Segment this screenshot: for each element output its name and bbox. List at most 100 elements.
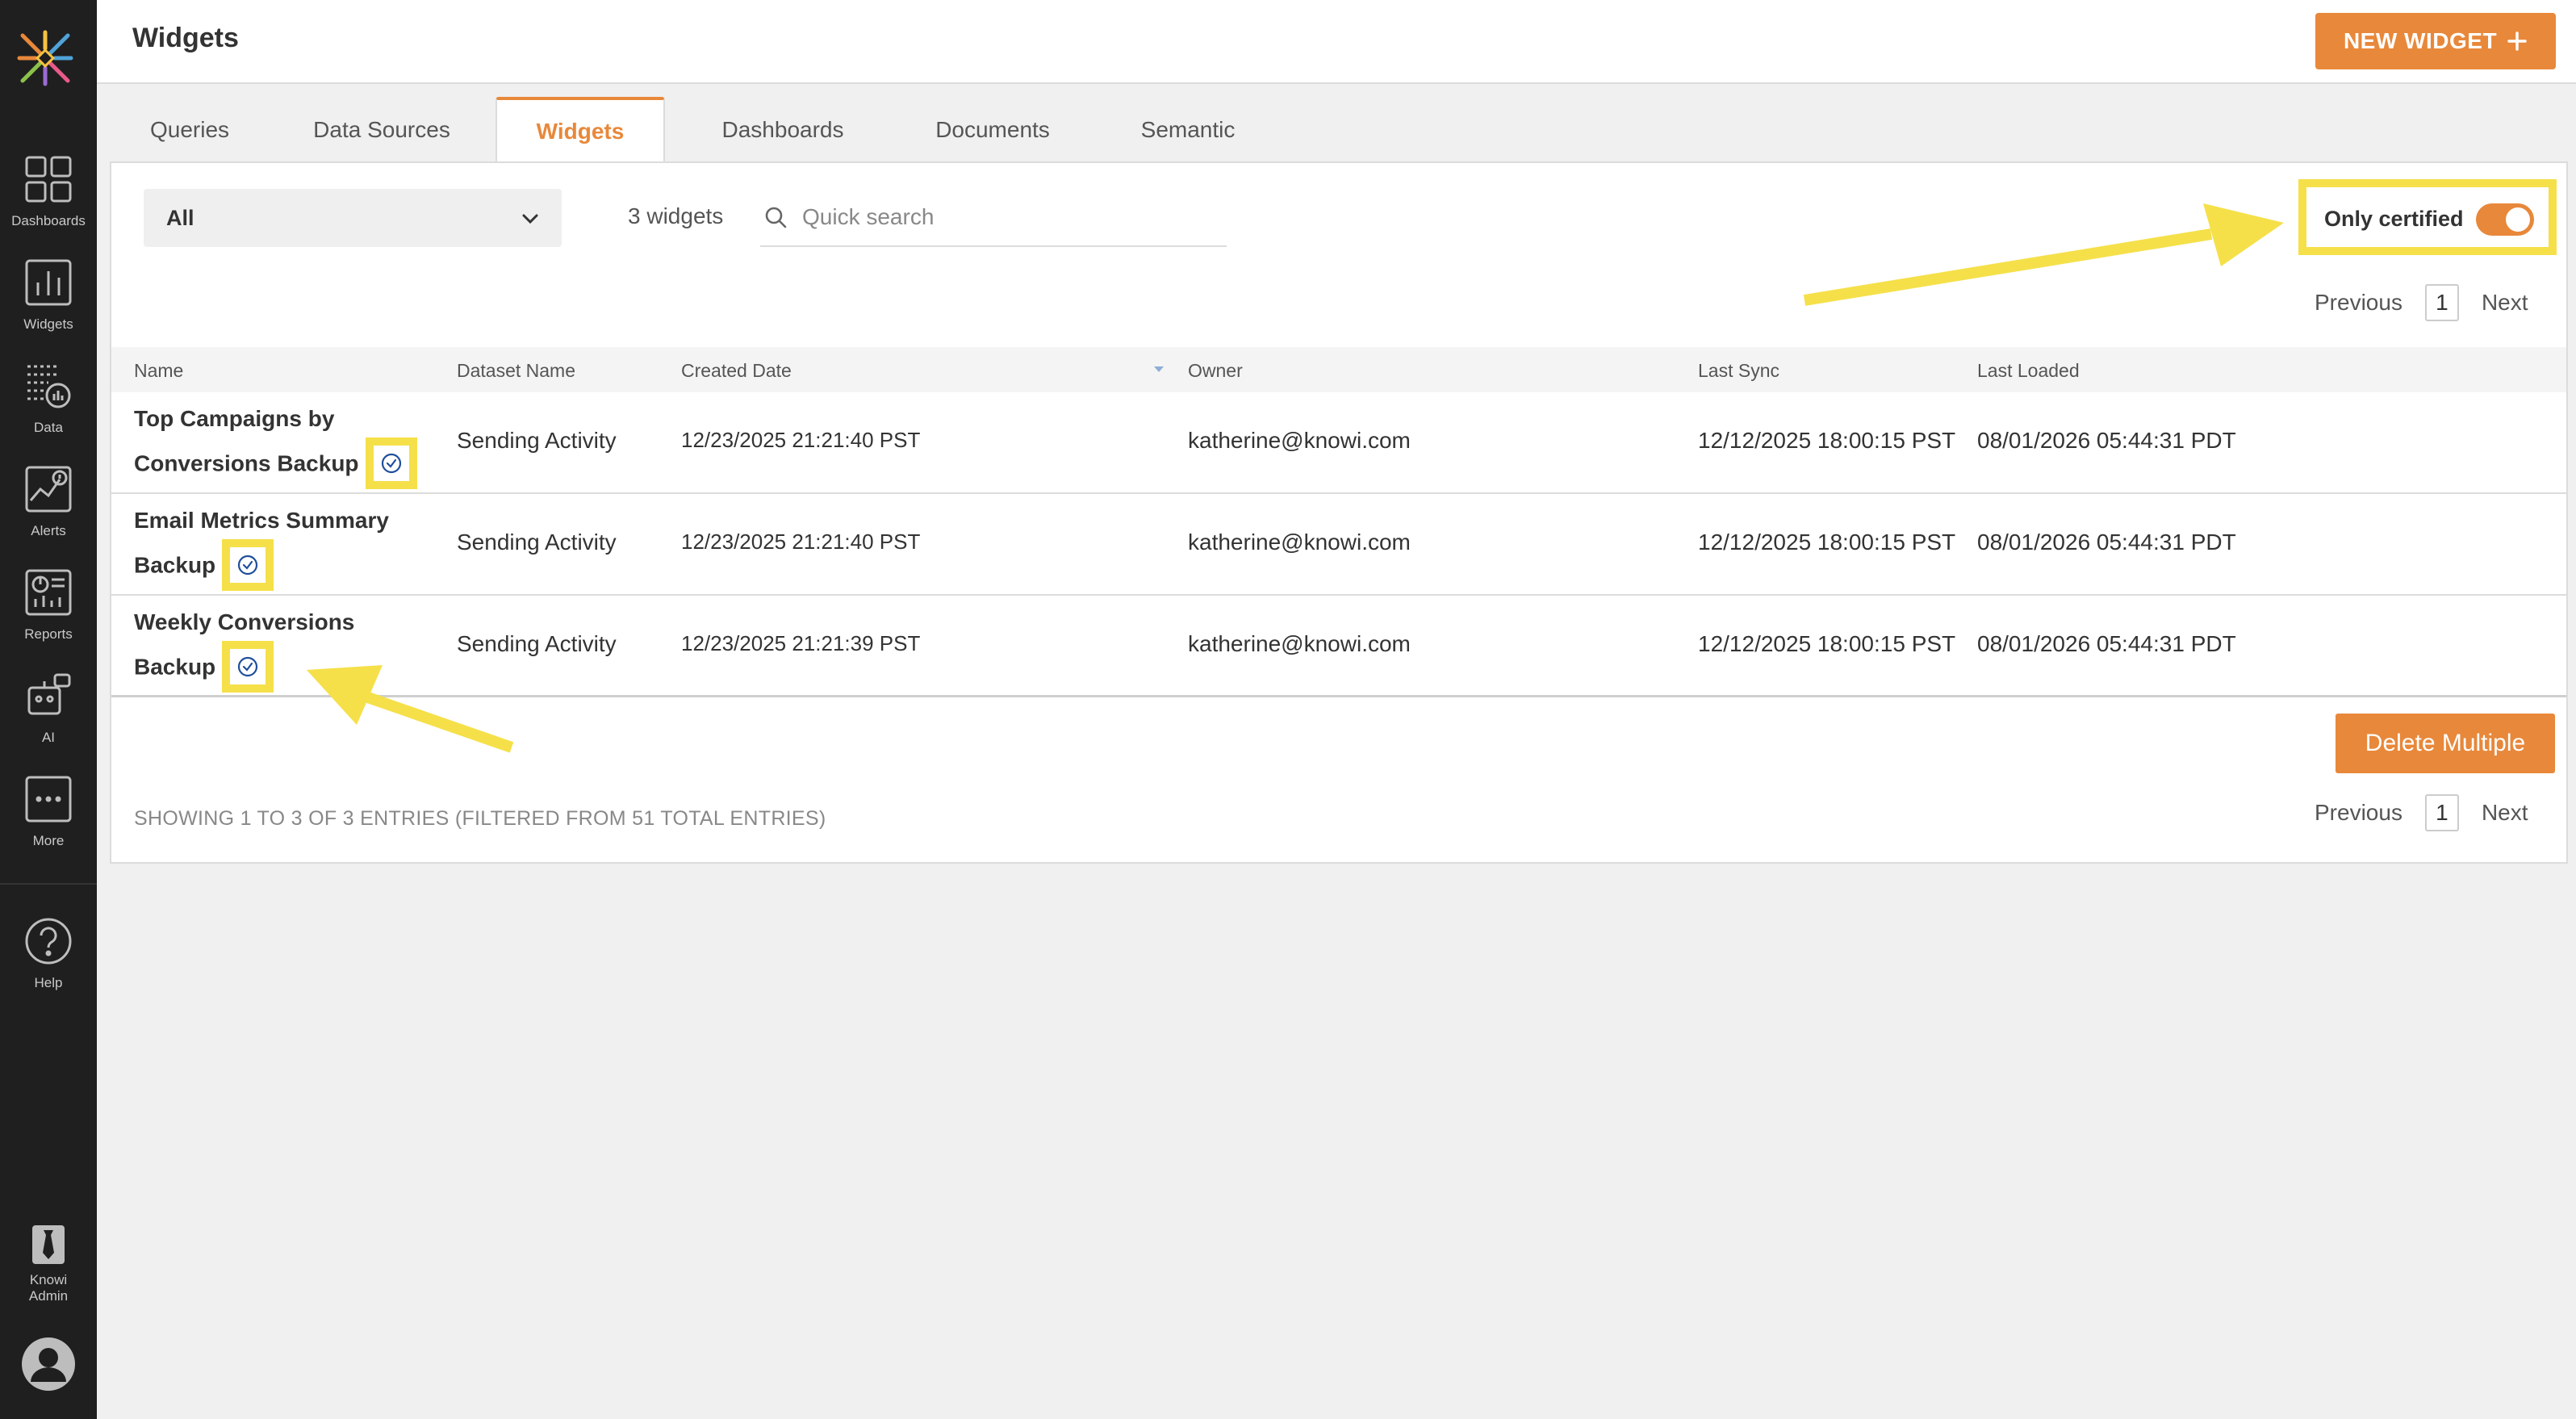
search-input[interactable] <box>802 204 1206 230</box>
next-page-link[interactable]: Next <box>2482 800 2528 826</box>
sidebar-item-ai[interactable]: AI <box>0 672 97 746</box>
sidebar-item-label: Help <box>34 975 63 990</box>
sidebar-item-dashboards[interactable]: Dashboards <box>0 155 97 229</box>
user-avatar[interactable] <box>0 1337 97 1392</box>
table-row[interactable]: Email Metrics Summary Backup Sending Act… <box>111 494 2566 596</box>
widgets-panel: All 3 widgets Only certified Previous 1 … <box>110 161 2568 864</box>
table-row[interactable]: Weekly Conversions Backup Sending Activi… <box>111 596 2566 697</box>
new-widget-button[interactable]: NEW WIDGET <box>2315 13 2556 69</box>
last-loaded: 08/01/2026 05:44:31 PDT <box>1977 530 2236 555</box>
owner-email: katherine@knowi.com <box>1188 428 1411 453</box>
sidebar-item-label: Alerts <box>31 523 66 538</box>
sidebar-item-label: Data <box>34 420 63 435</box>
help-icon <box>25 918 72 965</box>
chevron-down-icon <box>522 214 538 224</box>
column-header-last-sync[interactable]: Last Sync <box>1698 360 1779 382</box>
next-page-link[interactable]: Next <box>2482 290 2528 316</box>
certified-highlight <box>222 641 274 693</box>
certified-check-icon <box>381 453 401 474</box>
tab-documents[interactable]: Documents <box>904 97 1081 163</box>
sidebar: Dashboards Widgets Data Alerts Reports A… <box>0 0 97 1419</box>
tab-semantic[interactable]: Semantic <box>1107 97 1269 163</box>
sidebar-item-label: Widgets <box>23 316 73 332</box>
column-header-last-loaded[interactable]: Last Loaded <box>1977 360 2080 382</box>
last-sync: 12/12/2025 18:00:15 PST <box>1698 530 1956 555</box>
widget-name-line1: Email Metrics Summary <box>134 508 389 533</box>
certified-check-icon <box>238 656 258 677</box>
previous-page-link[interactable]: Previous <box>2315 800 2402 826</box>
bar-chart-icon <box>25 259 72 306</box>
sidebar-item-data[interactable]: Data <box>0 362 97 436</box>
previous-page-link[interactable]: Previous <box>2315 290 2402 316</box>
created-date: 12/23/2025 21:21:40 PST <box>681 428 921 452</box>
search-icon <box>765 207 787 228</box>
tab-queries[interactable]: Queries <box>129 97 250 163</box>
owner-email: katherine@knowi.com <box>1188 530 1411 555</box>
entries-summary: SHOWING 1 TO 3 OF 3 ENTRIES (FILTERED FR… <box>134 807 826 830</box>
page-header: Widgets NEW WIDGET <box>97 0 2576 84</box>
new-widget-label: NEW WIDGET <box>2343 28 2498 53</box>
widget-name-line2: Backup <box>134 552 216 578</box>
sidebar-item-label: Dashboards <box>11 213 86 228</box>
widget-name[interactable]: Top Campaigns by Conversions Backup <box>134 399 441 491</box>
certified-highlight <box>365 437 417 489</box>
column-header-name[interactable]: Name <box>134 360 183 382</box>
page-number[interactable]: 1 <box>2424 284 2459 321</box>
widget-name-line1: Weekly Conversions <box>134 609 355 634</box>
page-number[interactable]: 1 <box>2424 794 2459 831</box>
page-title: Widgets <box>132 23 239 53</box>
pagination-bottom: Previous 1 Next <box>2315 794 2528 831</box>
last-loaded: 08/01/2026 05:44:31 PDT <box>1977 428 2236 453</box>
reports-icon <box>25 569 72 616</box>
knowi-logo[interactable] <box>16 29 74 87</box>
last-sync: 12/12/2025 18:00:15 PST <box>1698 428 1956 453</box>
tab-data-sources[interactable]: Data Sources <box>289 97 475 163</box>
tab-dashboards[interactable]: Dashboards <box>686 97 880 163</box>
widget-name[interactable]: Email Metrics Summary Backup <box>134 500 441 592</box>
delete-multiple-button[interactable]: Delete Multiple <box>2336 714 2555 773</box>
widget-name[interactable]: Weekly Conversions Backup <box>134 602 441 694</box>
column-header-created[interactable]: Created Date <box>681 360 792 382</box>
certified-check-icon <box>238 555 258 576</box>
alerts-icon <box>25 466 72 513</box>
widget-name-line2: Backup <box>134 654 216 680</box>
admin-label-line1: Knowi <box>29 1272 68 1287</box>
sidebar-item-label: More <box>32 833 65 848</box>
sidebar-item-label: Reports <box>24 626 73 642</box>
pagination-top: Previous 1 Next <box>2315 284 2528 321</box>
column-header-owner[interactable]: Owner <box>1188 360 1243 382</box>
dashboards-grid-icon <box>25 156 72 203</box>
more-dots-icon <box>25 776 72 823</box>
data-icon <box>27 365 71 408</box>
sidebar-item-help[interactable]: Help <box>0 917 97 991</box>
dataset-name: Sending Activity <box>457 428 617 453</box>
sidebar-item-more[interactable]: More <box>0 775 97 849</box>
last-loaded: 08/01/2026 05:44:31 PDT <box>1977 631 2236 656</box>
widget-name-line2: Conversions Backup <box>134 450 359 476</box>
sidebar-item-reports[interactable]: Reports <box>0 568 97 643</box>
sort-descending-icon[interactable] <box>1154 366 1164 372</box>
widget-name-line1: Top Campaigns by <box>134 406 335 431</box>
select-value: All <box>166 205 194 230</box>
dataset-name: Sending Activity <box>457 530 617 555</box>
table-header: Name Dataset Name Created Date Owner Las… <box>111 347 2566 392</box>
last-sync: 12/12/2025 18:00:15 PST <box>1698 631 1956 656</box>
sidebar-item-knowi-admin[interactable]: Knowi Admin <box>0 1224 97 1304</box>
certified-toggle-highlight <box>2298 179 2557 255</box>
category-filter-select[interactable]: All <box>144 189 562 247</box>
quick-search <box>760 189 1227 247</box>
column-header-dataset[interactable]: Dataset Name <box>457 360 575 382</box>
tab-widgets[interactable]: Widgets <box>496 97 665 163</box>
table-row[interactable]: Top Campaigns by Conversions Backup Send… <box>111 392 2566 494</box>
sidebar-item-label: AI <box>41 730 56 745</box>
admin-label-line2: Admin <box>28 1288 69 1304</box>
sidebar-divider <box>0 883 97 885</box>
widget-count: 3 widgets <box>628 203 724 228</box>
created-date: 12/23/2025 21:21:39 PST <box>681 631 921 655</box>
admin-tie-icon <box>32 1225 65 1264</box>
certified-highlight <box>222 539 274 591</box>
created-date: 12/23/2025 21:21:40 PST <box>681 530 921 554</box>
sidebar-item-alerts[interactable]: Alerts <box>0 465 97 539</box>
sidebar-item-widgets[interactable]: Widgets <box>0 258 97 333</box>
ai-robot-icon <box>27 673 71 715</box>
